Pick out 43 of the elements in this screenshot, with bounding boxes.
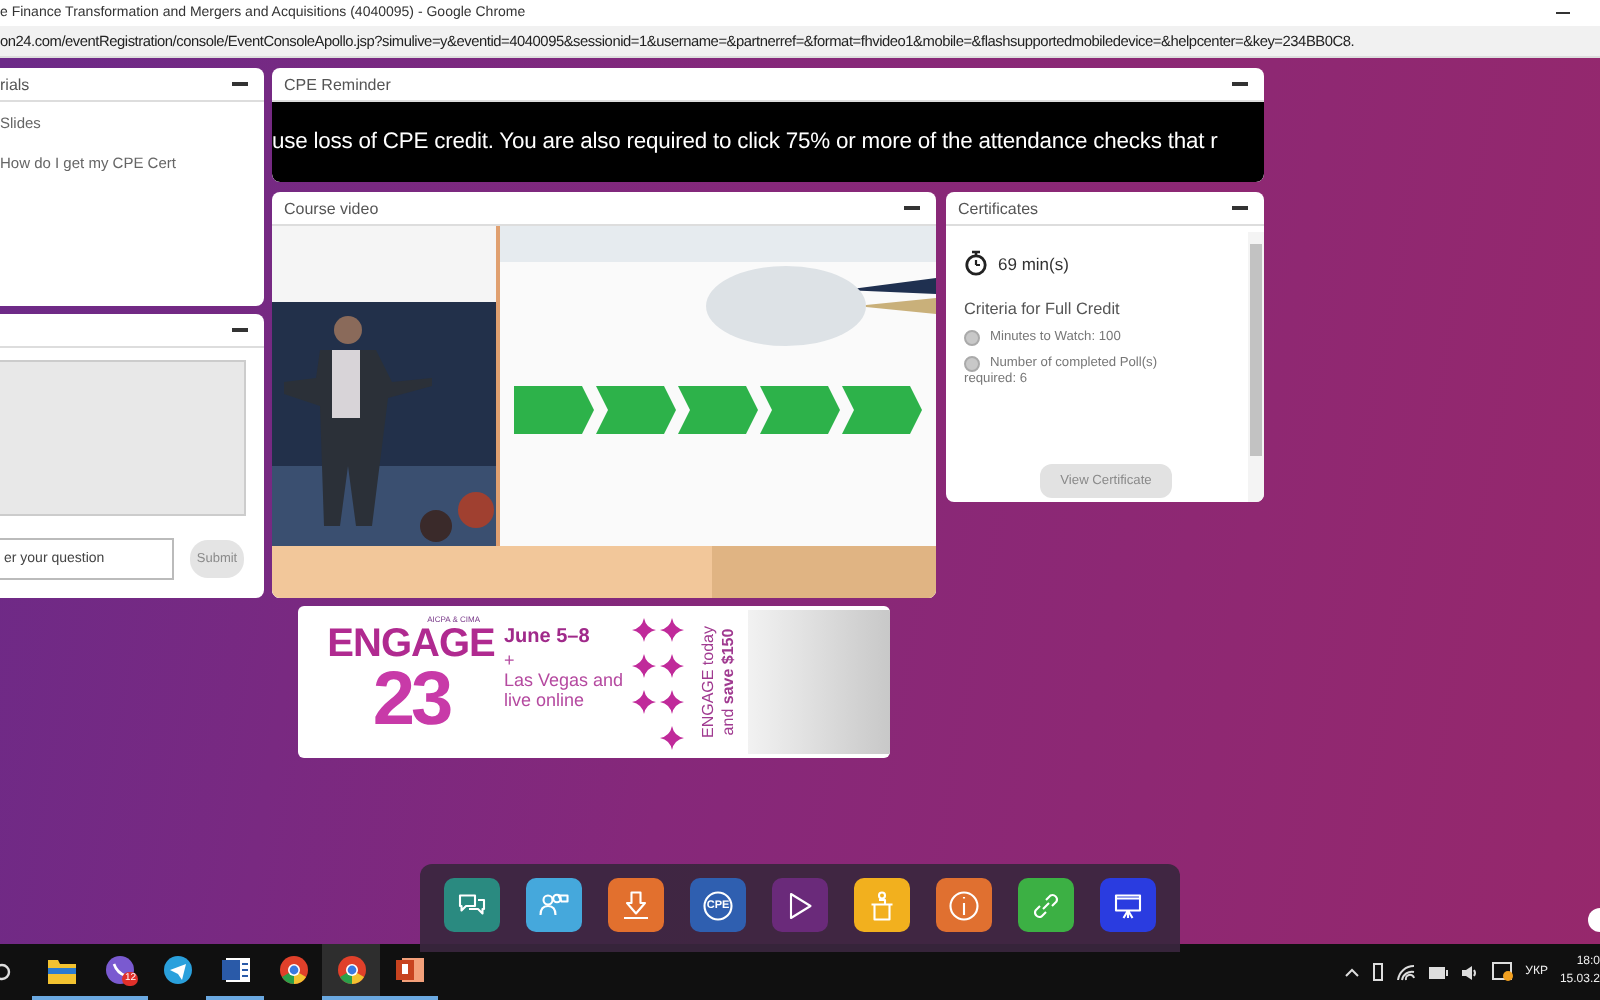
stopwatch-icon xyxy=(964,250,988,276)
event-location: Las Vegas and live online xyxy=(504,670,626,710)
people-button[interactable] xyxy=(526,878,582,932)
search-icon[interactable] xyxy=(0,962,16,982)
panel-title: CPE Reminder xyxy=(284,75,391,93)
notification-icon[interactable] xyxy=(1491,962,1514,982)
chat-button[interactable] xyxy=(444,878,500,932)
offer-text: and save $150 xyxy=(719,628,737,736)
speaker-icon[interactable] xyxy=(1459,963,1480,981)
photo-placeholder xyxy=(748,610,890,754)
panel-title: Course video xyxy=(284,199,379,217)
taskbar-app-button[interactable] xyxy=(322,944,380,1000)
chevron-up-icon[interactable] xyxy=(1343,966,1360,978)
download-icon xyxy=(618,887,654,923)
presentation-button[interactable] xyxy=(1100,878,1156,932)
panel-title: rials xyxy=(0,75,30,93)
chrome-icon xyxy=(333,952,369,988)
cpe-icon xyxy=(700,887,736,923)
sparkle-pattern-drawing xyxy=(632,614,684,754)
usb-device-icon[interactable] xyxy=(1371,962,1384,982)
info-button[interactable] xyxy=(936,878,992,932)
wifi-icon[interactable] xyxy=(1395,963,1416,981)
powerpoint-icon xyxy=(391,952,427,988)
download-button[interactable] xyxy=(608,878,664,932)
event-dates: June 5–8 xyxy=(504,626,592,650)
word-icon xyxy=(217,952,253,988)
chrome-icon xyxy=(275,952,311,988)
play-button[interactable] xyxy=(772,878,828,932)
offer-text: ENGAGE today xyxy=(699,625,717,739)
watched-time: 69 min(s) xyxy=(998,253,1069,273)
panel-title: Certificates xyxy=(958,199,1039,217)
video-frame[interactable] xyxy=(272,226,936,598)
scrollbar[interactable] xyxy=(1248,232,1264,502)
event-year: 23 xyxy=(372,664,450,736)
podium-button[interactable] xyxy=(854,878,910,932)
event-brand: ENGAGE xyxy=(327,624,495,664)
criteria-heading: Criteria for Full Credit xyxy=(964,300,1122,318)
battery-icon[interactable] xyxy=(1427,965,1448,979)
telegram-icon xyxy=(159,952,195,988)
info-icon xyxy=(946,887,982,923)
plus-sign: + xyxy=(504,650,517,670)
link-button[interactable] xyxy=(1018,878,1074,932)
reminder-ticker-text: use loss of CPE credit. You are also required to click 75% or more of the attendance checks that r xyxy=(272,130,1218,154)
